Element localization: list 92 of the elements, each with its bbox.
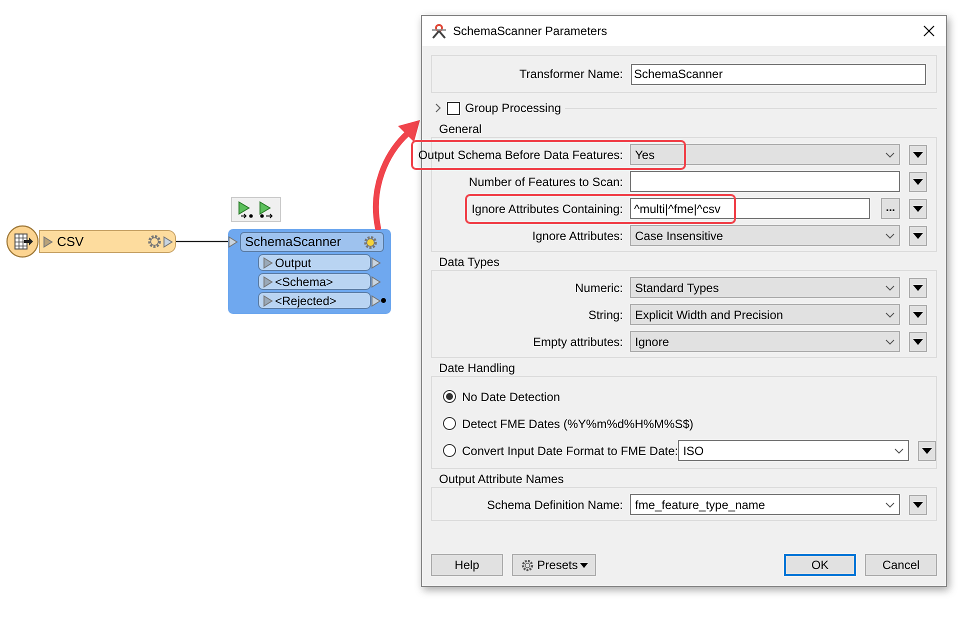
group-title: Date Handling [439,361,516,376]
chevron-down-icon [885,284,895,290]
menu-arrow-button[interactable] [909,172,927,192]
field-label: Output Schema Before Data Features: [418,148,623,162]
chevron-down-icon [885,502,895,508]
caret-icon [913,312,923,318]
dialog-button[interactable]: Cancel [865,554,937,576]
dropdown-field[interactable]: Ignore [630,331,900,352]
port-label: Output [275,254,312,272]
input-field[interactable]: SchemaScanner [631,64,926,84]
input-field[interactable]: ^multi|^fme|^csv [630,198,870,219]
close-icon [923,25,935,37]
input-field[interactable] [630,171,900,192]
gear-icon[interactable] [362,234,379,250]
output-port[interactable]: <Schema> [258,273,371,290]
transformer-header[interactable]: SchemaScanner [240,232,384,252]
port-arrow-icon [371,276,381,288]
caret-icon [922,448,932,454]
field-label: Schema Definition Name: [486,498,623,512]
node-label: CSV [57,232,84,251]
field-label: Ignore Attributes Containing: [472,202,623,216]
menu-arrow-button[interactable] [909,226,927,246]
dropdown-field[interactable]: Yes [630,144,900,165]
chevron-down-icon [885,338,895,344]
caret-icon [913,206,923,212]
field-label: Empty attributes: [532,334,623,348]
chevron-down-icon [885,232,895,238]
caret-icon [913,502,923,508]
reader-node[interactable]: CSV [39,230,176,253]
radio-button[interactable] [443,390,456,403]
group-title: General [439,122,483,137]
window-title: SchemaScanner Parameters [453,23,608,40]
app-icon [430,22,448,40]
port-arrow-icon [163,236,173,248]
port-label: <Rejected> [275,292,336,310]
field-label: Number of Features to Scan: [468,174,623,188]
caret-icon [913,152,923,158]
dropdown-field[interactable]: Explicit Width and Precision [630,304,900,325]
menu-arrow-button[interactable] [909,144,927,164]
dialog-button[interactable]: OK [784,554,856,576]
chevron-down-icon [885,312,895,318]
output-port[interactable]: <Rejected> [258,292,371,309]
group-title: Data Types [439,255,500,270]
checkbox-label[interactable]: Group Processing [465,99,562,117]
port-arrow-icon [228,236,238,248]
caret-icon [913,284,923,290]
radio-label[interactable]: Detect FME Dates (%Y%m%d%H%M%S$) [462,416,694,430]
table-icon [6,225,39,258]
dropdown-field[interactable]: ISO [678,440,910,461]
caret-icon [913,232,923,238]
browse-button[interactable]: ... [881,198,900,219]
radio-label[interactable]: Convert Input Date Format to FME Date: [462,444,678,458]
chevron-down-icon [885,152,895,158]
gear-icon [520,558,536,572]
dropdown-field[interactable]: Case Insensitive [630,225,900,246]
field-label: Ignore Attributes: [532,228,623,242]
chevron-down-icon [894,448,904,454]
presets-button[interactable]: Presets [512,554,596,576]
menu-arrow-button[interactable] [909,278,927,298]
menu-arrow-button[interactable] [909,198,927,218]
menu-arrow-button[interactable] [909,332,927,352]
caret-icon [913,178,923,184]
output-port[interactable]: Output [258,254,371,271]
port-arrow-icon [43,236,53,248]
menu-arrow-button[interactable] [909,304,927,324]
menu-arrow-button[interactable] [909,494,927,514]
field-label: Transformer Name: [519,67,623,81]
checkbox[interactable] [447,102,460,114]
dropdown-field[interactable]: Standard Types [630,277,900,298]
radio-button[interactable] [443,444,456,457]
radio-label[interactable]: No Date Detection [462,390,560,404]
field-label: Numeric: [574,280,623,294]
port-arrow-icon [263,294,273,306]
port-label: <Schema> [275,274,334,290]
port-arrow-icon [371,294,381,306]
dialog-button[interactable]: Help [431,554,503,576]
play-icon[interactable] [236,200,254,218]
menu-arrow-button[interactable] [918,440,936,460]
field-label: String: [588,308,623,322]
play-icon[interactable] [258,200,276,218]
chevron-right-icon[interactable] [434,103,442,113]
port-arrow-icon [371,256,381,268]
caret-icon [913,338,923,344]
node-label: SchemaScanner [245,233,342,252]
port-arrow-icon [263,256,273,268]
radio-button[interactable] [443,417,456,430]
dropdown-field[interactable]: fme_feature_type_name [630,494,900,515]
group-title: Output Attribute Names [439,472,565,487]
transformer-node[interactable]: SchemaScanner Output <Schema> <Rejected> [228,229,391,314]
port-arrow-icon [263,276,273,288]
caret-icon [580,562,588,568]
gear-icon[interactable] [146,233,163,250]
